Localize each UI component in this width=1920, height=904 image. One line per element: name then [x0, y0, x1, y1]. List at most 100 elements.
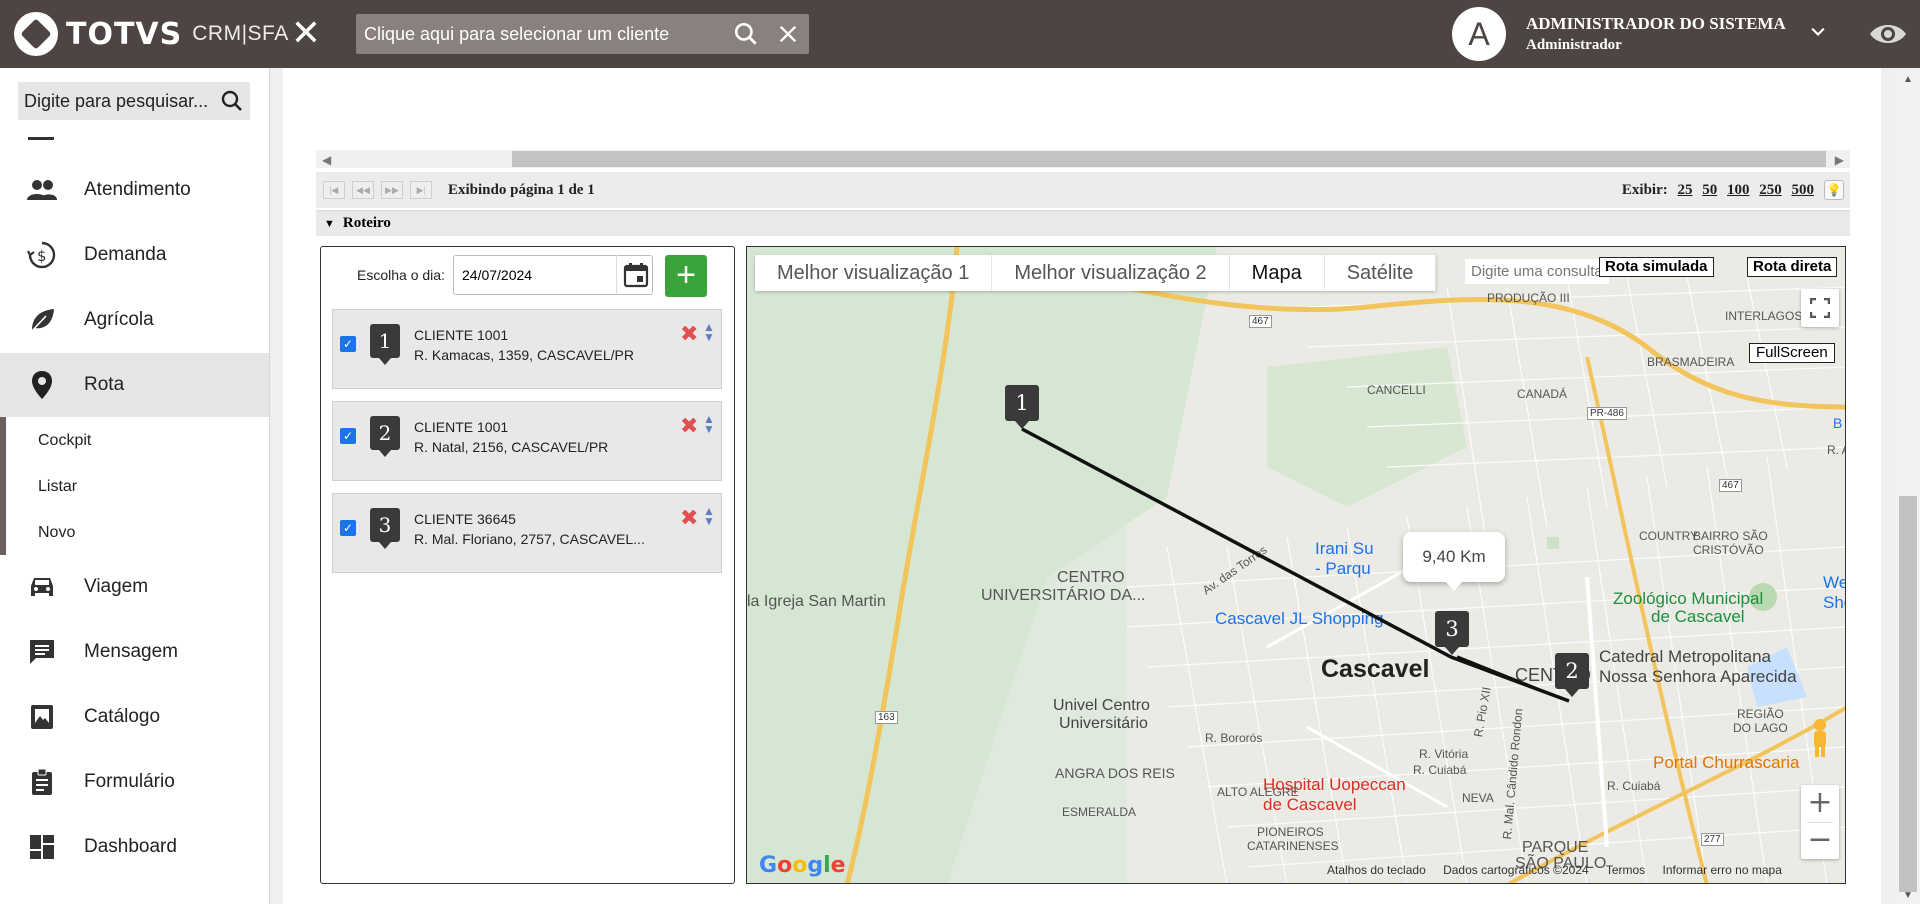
page-size-50[interactable]: 50: [1702, 182, 1717, 198]
money-cycle-icon: $: [0, 240, 84, 270]
pager-bar: |◀ ◀◀ ▶▶ ▶| Exibindo página 1 de 1 Exibi…: [316, 172, 1850, 208]
sidebar-item-label: Viagem: [84, 576, 149, 597]
page-size-25[interactable]: 25: [1678, 182, 1693, 198]
search-icon[interactable]: [725, 14, 767, 54]
horizontal-scrollbar[interactable]: ◀ ▶: [316, 150, 1850, 168]
route-panel: Escolha o dia: 24/07/2024 + ✓ 1 CLIENTE …: [320, 246, 735, 884]
sidebar-item-label: Formulário: [84, 771, 175, 792]
map-marker-3[interactable]: 3: [1435, 611, 1469, 655]
reorder-arrows-icon[interactable]: ▲ ▼: [703, 321, 715, 343]
section-title: Roteiro: [342, 215, 391, 231]
stop-checkbox[interactable]: ✓: [340, 428, 356, 444]
top-bar: TOTVS CRM|SFA ✕ Clique aqui para selecio…: [0, 0, 1920, 68]
stop-client-name: CLIENTE 36645: [414, 511, 516, 527]
zoom-out-icon[interactable]: −: [1801, 822, 1839, 859]
rota-simulada-button[interactable]: Rota simulada: [1599, 257, 1714, 277]
sidebar-search-input[interactable]: Digite para pesquisar...: [18, 82, 250, 120]
collapse-triangle-icon[interactable]: ▼: [324, 218, 335, 230]
terms-link[interactable]: Termos: [1606, 863, 1645, 877]
scroll-down-icon[interactable]: ▼: [1903, 890, 1913, 901]
scroll-up-icon[interactable]: ▲: [1903, 74, 1913, 85]
sidebar-item-atendimento[interactable]: Atendimento: [0, 158, 269, 222]
zoom-control: + −: [1801, 785, 1839, 859]
delete-icon[interactable]: ✖: [680, 506, 698, 531]
totvs-logo-icon: [14, 12, 58, 56]
date-label: Escolha o dia:: [357, 267, 445, 283]
stop-address: R. Mal. Floriano, 2757, CASCAVEL...: [414, 531, 645, 547]
delete-icon[interactable]: ✖: [680, 322, 698, 347]
first-page-icon[interactable]: |◀: [323, 181, 345, 199]
route-stop-1: ✓ 1 CLIENTE 1001 R. Kamacas, 1359, CASCA…: [332, 309, 722, 389]
sidebar-item-demanda[interactable]: $ Demanda: [0, 223, 269, 287]
page-size-100[interactable]: 100: [1727, 182, 1750, 198]
pegman-icon[interactable]: [1805, 717, 1835, 761]
tab-melhor-visualizacao-1[interactable]: Melhor visualização 1: [755, 255, 993, 291]
stop-number-marker: 2: [370, 416, 400, 457]
totvs-logo[interactable]: TOTVS CRM|SFA: [14, 12, 289, 56]
sidebar-item-rota[interactable]: Rota: [0, 353, 269, 417]
keyboard-shortcuts-link[interactable]: Atalhos do teclado: [1327, 863, 1426, 877]
stop-checkbox[interactable]: ✓: [340, 336, 356, 352]
image-book-icon: [0, 703, 84, 731]
chevron-down-icon[interactable]: [1808, 22, 1828, 47]
sidebar-item-viagem[interactable]: Viagem: [0, 555, 269, 619]
sidebar-item-agricola[interactable]: Agrícola: [0, 288, 269, 352]
reorder-arrows-icon[interactable]: ▲ ▼: [703, 413, 715, 435]
submenu-novo[interactable]: Novo: [38, 524, 75, 542]
route-stop-2: ✓ 2 CLIENTE 1001 R. Natal, 2156, CASCAVE…: [332, 401, 722, 481]
page-size-250[interactable]: 250: [1759, 182, 1782, 198]
rota-submenu: Cockpit Listar Novo: [0, 417, 269, 555]
tab-melhor-visualizacao-2[interactable]: Melhor visualização 2: [992, 255, 1230, 291]
vertical-scrollbar[interactable]: ▲ ▼: [1896, 68, 1920, 904]
stop-number-marker: 3: [370, 508, 400, 549]
report-error-link[interactable]: Informar erro no mapa: [1663, 863, 1782, 877]
map-query-input[interactable]: Digite uma consulta: [1465, 259, 1609, 284]
submenu-cockpit[interactable]: Cockpit: [38, 432, 91, 450]
fullscreen-button[interactable]: FullScreen: [1749, 343, 1835, 363]
route-map[interactable]: PRODUÇÃO III CANCELLI CANADÁ BRASMADEIRA…: [746, 246, 1846, 884]
close-menu-icon[interactable]: ✕: [290, 16, 322, 52]
client-select-field[interactable]: Clique aqui para selecionar um cliente: [356, 14, 809, 54]
stop-checkbox[interactable]: ✓: [340, 520, 356, 536]
tab-satelite[interactable]: Satélite: [1325, 255, 1437, 291]
tab-mapa[interactable]: Mapa: [1230, 255, 1325, 291]
page-size-500[interactable]: 500: [1792, 182, 1815, 198]
sidebar-item-dashboard[interactable]: Dashboard: [0, 815, 269, 879]
stop-address: R. Natal, 2156, CASCAVEL/PR: [414, 439, 609, 455]
sidebar-item-label: Dashboard: [84, 836, 177, 857]
map-marker-2[interactable]: 2: [1555, 653, 1589, 697]
search-icon[interactable]: [214, 89, 250, 113]
user-name[interactable]: ADMINISTRADOR DO SISTEMA: [1526, 14, 1786, 34]
delete-icon[interactable]: ✖: [680, 414, 698, 439]
sidebar-item-label: Demanda: [84, 244, 167, 265]
scroll-thumb[interactable]: [1899, 496, 1917, 892]
fullscreen-icon[interactable]: [1801, 289, 1839, 327]
avatar[interactable]: A: [1452, 7, 1506, 61]
last-page-icon[interactable]: ▶|: [410, 181, 432, 199]
stop-client-name: CLIENTE 1001: [414, 419, 509, 435]
clear-icon[interactable]: [767, 14, 809, 54]
leaf-icon: [0, 306, 84, 334]
prev-page-icon[interactable]: ◀◀: [352, 181, 374, 199]
eye-icon[interactable]: [1868, 18, 1908, 55]
reorder-arrows-icon[interactable]: ▲ ▼: [703, 505, 715, 527]
scroll-right-icon[interactable]: ▶: [1835, 153, 1844, 167]
sidebar-item-label: Agrícola: [84, 309, 154, 330]
map-marker-1[interactable]: 1: [1005, 385, 1039, 429]
sidebar-item-mensagem[interactable]: Mensagem: [0, 620, 269, 684]
sidebar-item-label: Mensagem: [84, 641, 178, 662]
next-page-icon[interactable]: ▶▶: [381, 181, 403, 199]
scroll-thumb[interactable]: [512, 151, 1826, 167]
map-footer: Atalhos do teclado Dados cartográficos ©…: [1327, 863, 1796, 877]
scroll-left-icon[interactable]: ◀: [322, 153, 331, 167]
rota-direta-button[interactable]: Rota direta: [1747, 257, 1838, 277]
add-stop-button[interactable]: +: [665, 255, 707, 297]
submenu-listar[interactable]: Listar: [38, 478, 77, 496]
people-icon: [0, 178, 84, 202]
calendar-icon[interactable]: [616, 255, 654, 295]
roteiro-section-header[interactable]: ▼ Roteiro: [316, 210, 1850, 236]
sidebar-item-catalogo[interactable]: Catálogo: [0, 685, 269, 749]
sidebar-item-formulario[interactable]: Formulário: [0, 750, 269, 814]
lightbulb-icon[interactable]: 💡: [1824, 180, 1844, 200]
zoom-in-icon[interactable]: +: [1801, 785, 1839, 822]
